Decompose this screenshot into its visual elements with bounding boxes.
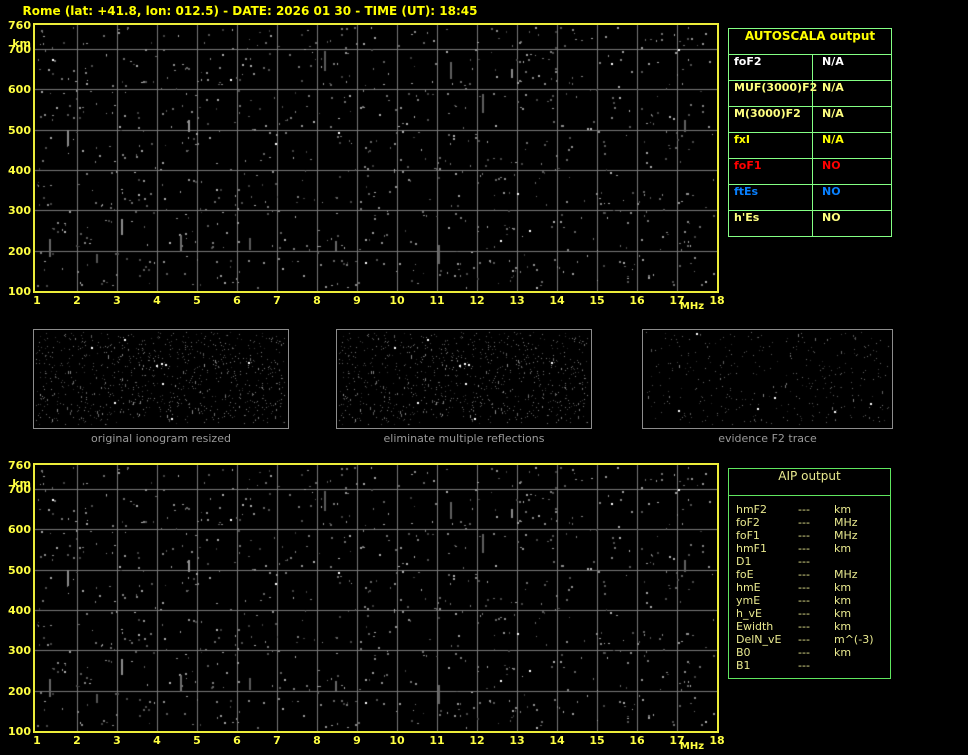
- aip-row: h_vE --- km: [736, 607, 890, 620]
- aip-param-label: Ewidth: [736, 620, 774, 633]
- autoscala-row: M(3000)F2 N/A: [729, 107, 891, 133]
- aip-param-label: foF1: [736, 529, 760, 542]
- aip-param-value: ---: [798, 516, 810, 529]
- aip-param-label: B1: [736, 659, 751, 672]
- aip-row: B1 ---: [736, 659, 890, 672]
- aip-param-value: ---: [798, 607, 810, 620]
- aip-row: hmE --- km: [736, 581, 890, 594]
- aip-param-value: ---: [798, 555, 810, 568]
- thumbnail-1: [33, 329, 289, 429]
- aip-param-value: ---: [798, 594, 810, 607]
- autoscala-output-table: AUTOSCALA output foF2 N/A MUF(3000)F2 N/A M(…: [728, 28, 892, 237]
- aip-param-label: foF2: [736, 516, 760, 529]
- thumbnail-caption: eliminate multiple reflections: [383, 432, 545, 445]
- aip-param-unit: MHz: [834, 529, 858, 542]
- aip-param-unit: km: [834, 607, 852, 620]
- aip-param-value: ---: [798, 633, 810, 646]
- aip-row: D1 ---: [736, 555, 890, 568]
- aip-table-rows: hmF2 --- km foF2 --- MHz foF1 --- MHz hmF1 --- km D1…: [729, 496, 890, 672]
- aip-param-unit: [834, 659, 890, 672]
- aip-param-unit: km: [834, 503, 852, 516]
- autoscala-param-label: M(3000)F2: [729, 107, 813, 132]
- aip-row: hmF1 --- km: [736, 542, 890, 555]
- aip-param-unit: km: [834, 542, 852, 555]
- autoscala-param-value: NO: [822, 185, 841, 198]
- aip-param-label: h_vE: [736, 607, 762, 620]
- aip-param-label: B0: [736, 646, 751, 659]
- autoscala-param-value: NO: [822, 211, 841, 224]
- aip-param-unit: km: [834, 581, 852, 594]
- autoscala-table-title: AUTOSCALA output: [729, 29, 891, 55]
- aip-param-value: ---: [798, 581, 810, 594]
- thumbnail-caption: evidence F2 trace: [718, 432, 817, 445]
- thumbnail-2: [336, 329, 592, 429]
- autoscala-param-label: fxI: [729, 133, 813, 158]
- thumbnail-3: [642, 329, 893, 429]
- aip-param-value: ---: [798, 542, 810, 555]
- autoscala-param-label: foF2: [729, 55, 813, 80]
- autoscala-param-value: N/A: [822, 133, 844, 146]
- autoscala-param-label: foF1: [729, 159, 813, 184]
- aip-output-table: AIP output hmF2 --- km foF2 --- MHz foF1 --- MHz…: [728, 468, 891, 679]
- autoscala-param-label: h'Es: [729, 211, 813, 236]
- aip-param-value: ---: [798, 659, 810, 672]
- aip-param-value: ---: [798, 646, 810, 659]
- autoscala-param-label: MUF(3000)F2: [729, 81, 817, 106]
- autoscala-row: foF2 N/A: [729, 55, 891, 81]
- aip-param-unit: MHz: [834, 568, 858, 581]
- aip-row: DelN_vE --- m^(-3): [736, 633, 890, 646]
- thumbnail-canvas: [643, 330, 892, 428]
- aip-table-title: AIP output: [729, 469, 890, 496]
- aip-param-label: ymE: [736, 594, 761, 607]
- aip-param-label: hmE: [736, 581, 761, 594]
- autoscala-app-window: Rome (lat: +41.8, lon: 012.5) - DATE: 20…: [0, 0, 968, 755]
- autoscala-table-rows: foF2 N/A MUF(3000)F2 N/A M(3000)F2 N/A fxI N/A f…: [729, 55, 891, 236]
- autoscala-row: fxI N/A: [729, 133, 891, 159]
- autoscala-row: h'Es NO: [729, 211, 891, 236]
- aip-param-label: hmF1: [736, 542, 768, 555]
- aip-param-unit: [834, 555, 890, 568]
- aip-param-unit: km: [834, 594, 852, 607]
- aip-row: foE --- MHz: [736, 568, 890, 581]
- autoscala-param-value: N/A: [822, 81, 844, 94]
- aip-param-unit: MHz: [834, 516, 858, 529]
- autoscala-param-value: N/A: [822, 55, 844, 68]
- aip-param-value: ---: [798, 503, 810, 516]
- autoscala-row: MUF(3000)F2 N/A: [729, 81, 891, 107]
- aip-param-value: ---: [798, 620, 810, 633]
- aip-param-label: hmF2: [736, 503, 768, 516]
- aip-param-unit: km: [834, 620, 852, 633]
- aip-param-value: ---: [798, 529, 810, 542]
- thumbnail-canvas: [337, 330, 591, 428]
- aip-row: B0 --- km: [736, 646, 890, 659]
- aip-row: foF2 --- MHz: [736, 516, 890, 529]
- aip-param-unit: m^(-3): [834, 633, 874, 646]
- thumbnail-caption: original ionogram resized: [91, 432, 231, 445]
- aip-row: foF1 --- MHz: [736, 529, 890, 542]
- aip-param-label: foE: [736, 568, 754, 581]
- aip-row: hmF2 --- km: [736, 503, 890, 516]
- aip-param-value: ---: [798, 568, 810, 581]
- autoscala-row: foF1 NO: [729, 159, 891, 185]
- aip-param-label: D1: [736, 555, 752, 568]
- autoscala-param-value: NO: [822, 159, 841, 172]
- thumbnail-canvas: [34, 330, 288, 428]
- aip-row: Ewidth --- km: [736, 620, 890, 633]
- autoscala-row: ftEs NO: [729, 185, 891, 211]
- autoscala-param-value: N/A: [822, 107, 844, 120]
- aip-row: ymE --- km: [736, 594, 890, 607]
- aip-param-label: DelN_vE: [736, 633, 782, 646]
- autoscala-param-label: ftEs: [729, 185, 813, 210]
- aip-param-unit: km: [834, 646, 852, 659]
